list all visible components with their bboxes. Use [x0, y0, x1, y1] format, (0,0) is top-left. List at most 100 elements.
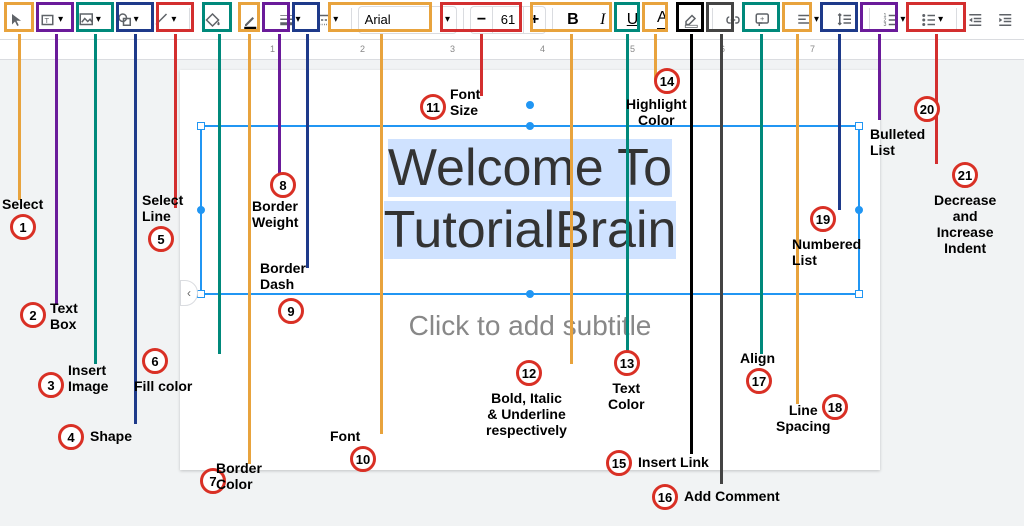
- line-3: [94, 34, 97, 364]
- font-size-decrease[interactable]: −: [470, 6, 492, 34]
- toolbar: T▾ ▾ ▾ ▾ ▾ ▾ Arial▾ − + B I U A + ▾ 123▾…: [0, 0, 1024, 40]
- label-14: Highlight Color: [626, 96, 687, 128]
- text-color-button[interactable]: A: [648, 6, 676, 34]
- label-16: Add Comment: [684, 488, 780, 504]
- label-20: Bulleted List: [870, 126, 925, 158]
- font-family-value: Arial: [365, 12, 391, 27]
- line-2: [55, 34, 58, 304]
- align-button[interactable]: ▾: [790, 6, 826, 34]
- font-size-increase[interactable]: +: [524, 6, 546, 34]
- font-family-select[interactable]: Arial▾: [358, 6, 457, 34]
- label-1: Select: [2, 196, 43, 212]
- shape-button[interactable]: ▾: [109, 6, 145, 34]
- line-12: [570, 34, 573, 364]
- line-18: [796, 34, 799, 404]
- bold-button[interactable]: B: [559, 6, 587, 34]
- num-3: 3: [38, 372, 64, 398]
- selection-handle[interactable]: [855, 206, 863, 214]
- num-2: 2: [20, 302, 46, 328]
- border-dash-button[interactable]: ▾: [309, 6, 345, 34]
- border-color-button[interactable]: [233, 6, 269, 34]
- insert-image-button[interactable]: ▾: [72, 6, 108, 34]
- underline-button[interactable]: U: [619, 6, 647, 34]
- label-5: Select Line: [142, 192, 183, 224]
- num-13: 13: [614, 350, 640, 376]
- decrease-indent-button[interactable]: [963, 6, 991, 34]
- svg-text:3: 3: [884, 22, 887, 28]
- num-8: 8: [270, 172, 296, 198]
- separator: [189, 8, 190, 32]
- line-spacing-button[interactable]: [827, 6, 863, 34]
- border-weight-button[interactable]: ▾: [271, 6, 307, 34]
- line-button[interactable]: ▾: [147, 6, 183, 34]
- label-8: Border Weight: [252, 198, 298, 230]
- separator: [783, 8, 784, 32]
- bulleted-list-button[interactable]: ▾: [914, 6, 950, 34]
- label-6: Fill color: [134, 378, 192, 394]
- line-6: [218, 34, 221, 354]
- separator: [956, 8, 957, 32]
- selection-handle[interactable]: [197, 206, 205, 214]
- selection-handle[interactable]: [855, 290, 863, 298]
- num-5: 5: [148, 226, 174, 252]
- num-10: 10: [350, 446, 376, 472]
- num-15: 15: [606, 450, 632, 476]
- selection-handle[interactable]: [197, 290, 205, 298]
- separator: [712, 8, 713, 32]
- rotate-handle[interactable]: [526, 101, 534, 109]
- text-box-button[interactable]: T▾: [34, 6, 70, 34]
- line-7: [248, 34, 251, 464]
- selection-handle[interactable]: [855, 122, 863, 130]
- add-comment-button[interactable]: +: [749, 6, 777, 34]
- select-button[interactable]: [4, 6, 32, 34]
- separator: [552, 8, 553, 32]
- ruler: 1 2 3 4 5 6 7: [0, 40, 1024, 60]
- separator: [351, 8, 352, 32]
- line-20: [878, 34, 881, 120]
- font-size-group: − +: [470, 6, 546, 34]
- label-15: Insert Link: [638, 454, 709, 470]
- line-5: [174, 34, 177, 208]
- line-1: [18, 34, 21, 200]
- line-9: [306, 34, 309, 268]
- num-1: 1: [10, 214, 36, 240]
- line-16: [720, 34, 723, 484]
- label-3: Insert Image: [68, 362, 108, 394]
- label-9: Border Dash: [260, 260, 306, 292]
- label-7: Border Color: [216, 460, 262, 492]
- fill-color-button[interactable]: [196, 6, 232, 34]
- highlight-color-button[interactable]: [678, 6, 706, 34]
- label-19: Numbered List: [792, 236, 861, 268]
- svg-text:T: T: [45, 16, 50, 25]
- num-19: 19: [810, 206, 836, 232]
- numbered-list-button[interactable]: 123▾: [876, 6, 912, 34]
- svg-text:+: +: [760, 13, 765, 22]
- label-13: Text Color: [608, 380, 645, 412]
- separator: [463, 8, 464, 32]
- num-16: 16: [652, 484, 678, 510]
- label-21: Decrease and Increase Indent: [934, 192, 996, 256]
- num-11: 11: [420, 94, 446, 120]
- line-13: [626, 34, 629, 354]
- label-17: Align: [740, 350, 775, 366]
- line-4: [134, 34, 137, 424]
- label-11: Font Size: [450, 86, 480, 118]
- num-12: 12: [516, 360, 542, 386]
- label-10: Font: [330, 428, 360, 444]
- selection-handle[interactable]: [526, 122, 534, 130]
- line-15: [690, 34, 693, 454]
- selection-handle[interactable]: [526, 290, 534, 298]
- label-2: Text Box: [50, 300, 78, 332]
- line-10: [380, 34, 383, 434]
- font-size-input[interactable]: [492, 6, 524, 34]
- increase-indent-button[interactable]: [992, 6, 1020, 34]
- num-17: 17: [746, 368, 772, 394]
- num-21: 21: [952, 162, 978, 188]
- insert-link-button[interactable]: [719, 6, 747, 34]
- italic-button[interactable]: I: [589, 6, 617, 34]
- label-4: Shape: [90, 428, 132, 444]
- separator: [869, 8, 870, 32]
- num-20: 20: [914, 96, 940, 122]
- selection-handle[interactable]: [197, 122, 205, 130]
- line-17: [760, 34, 763, 354]
